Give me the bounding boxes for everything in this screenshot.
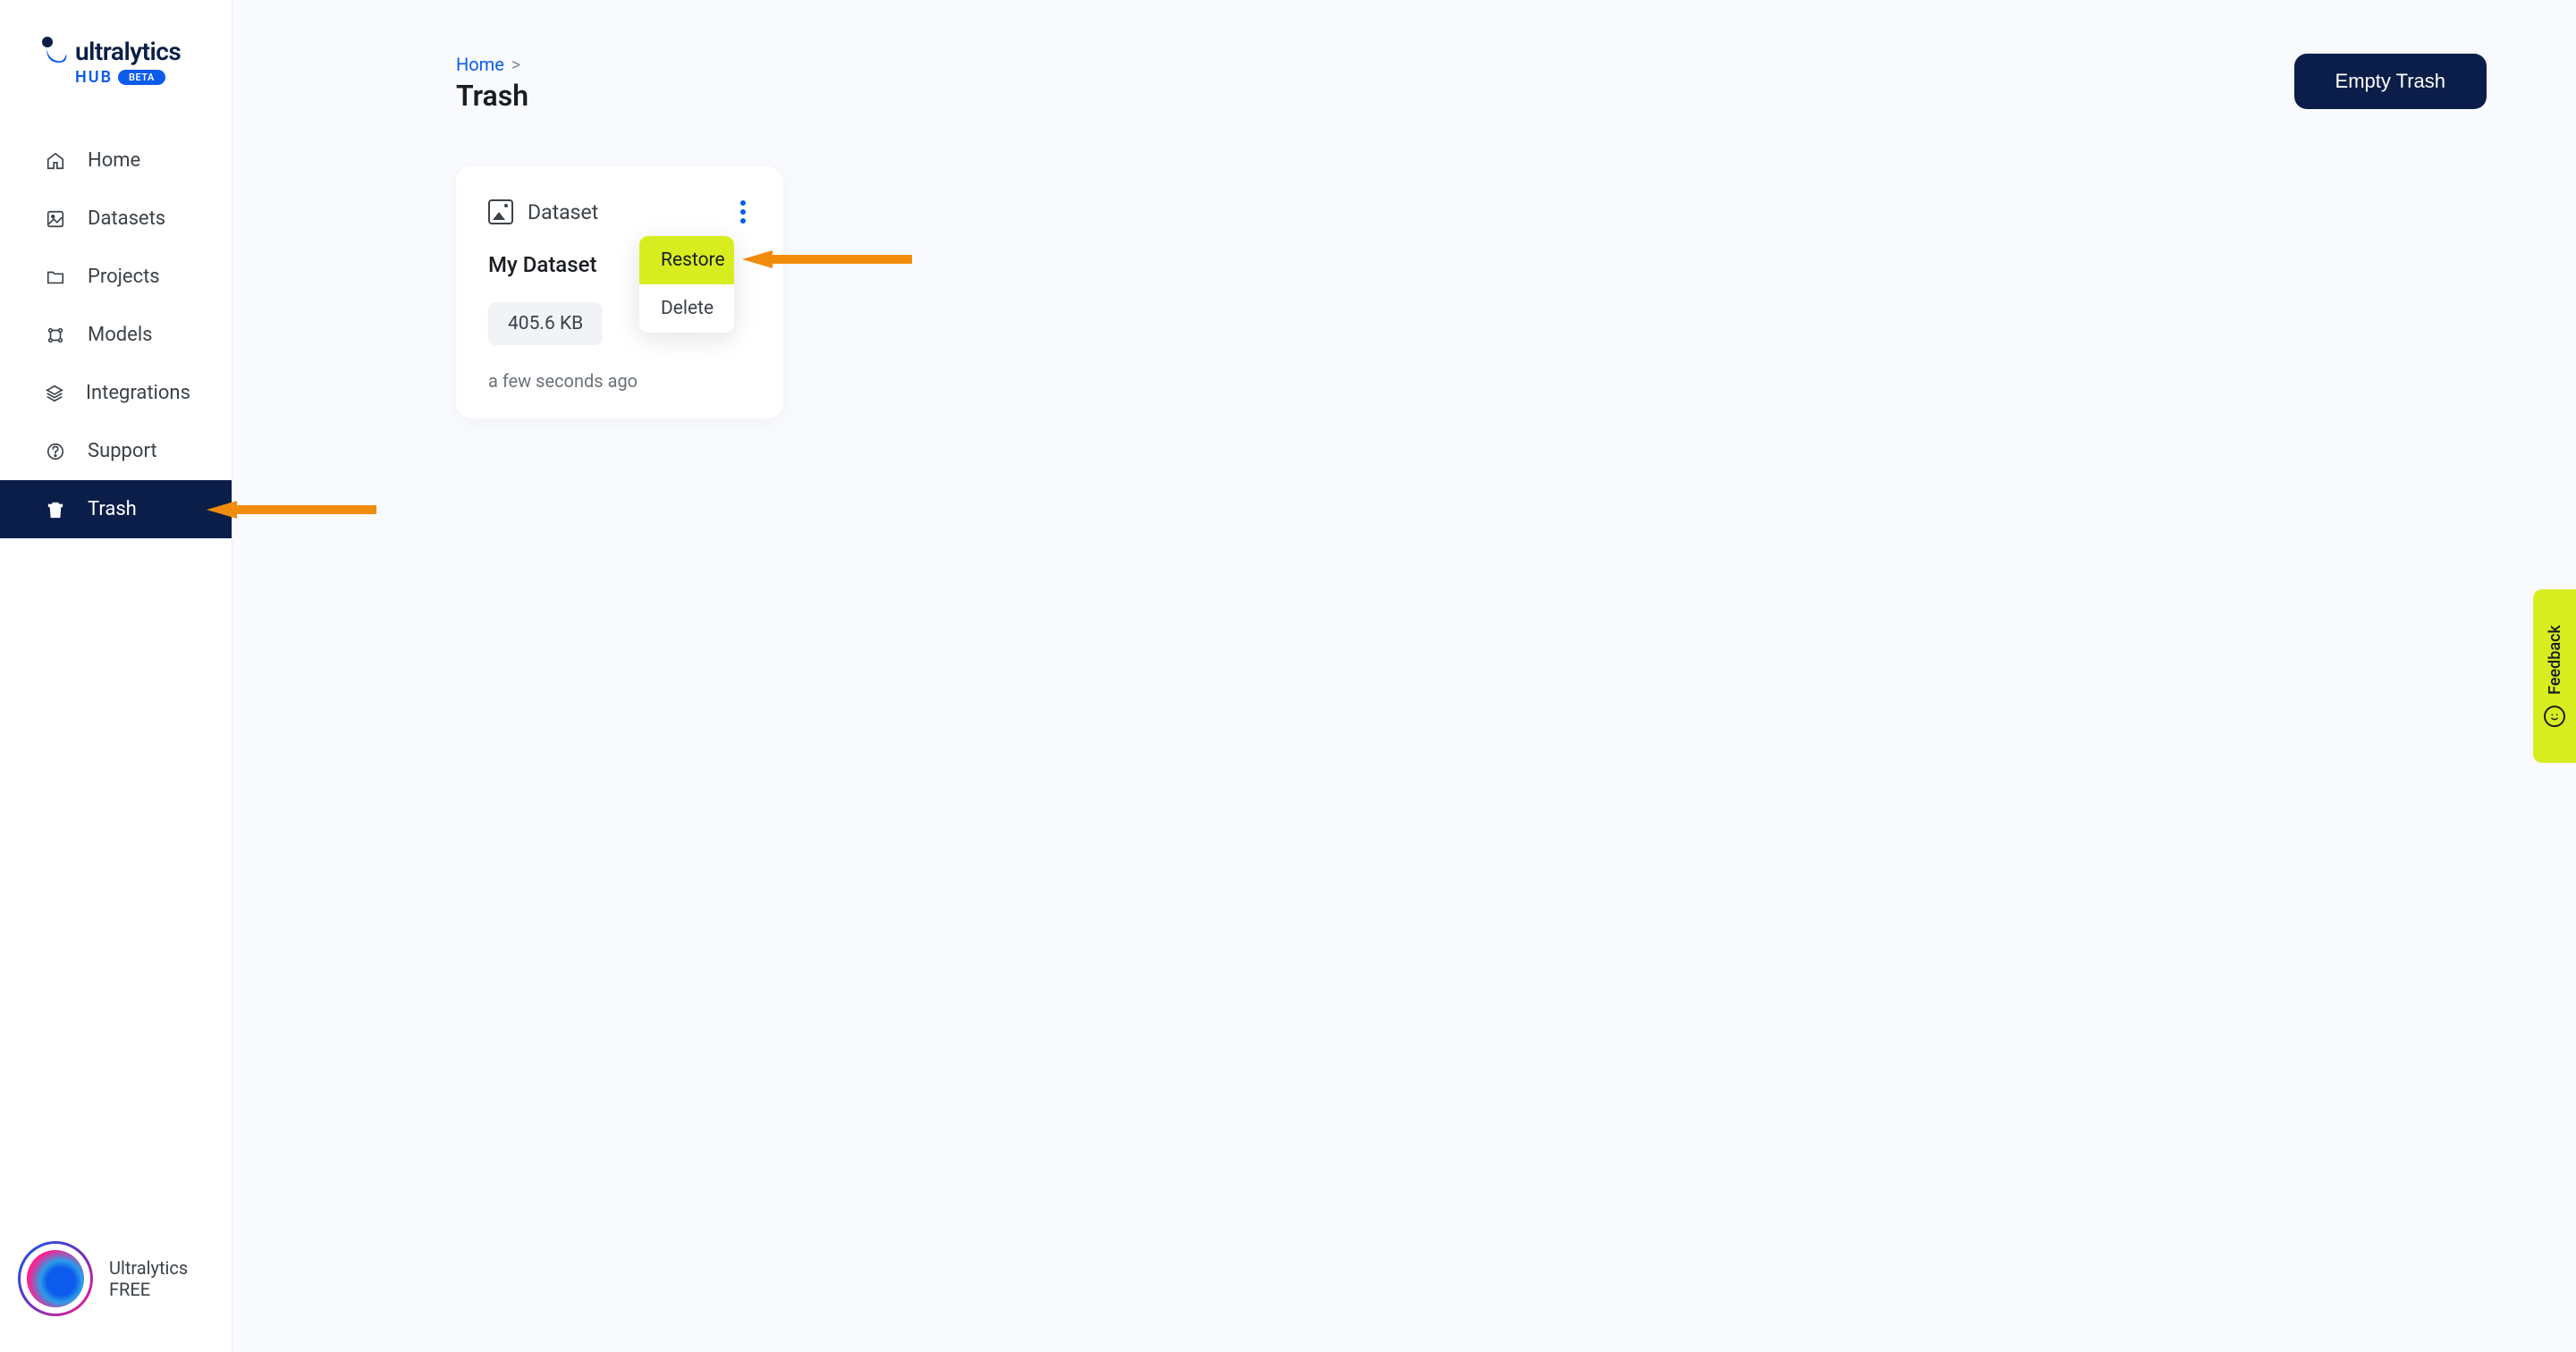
sidebar-footer[interactable]: Ultralytics FREE [0,1223,232,1352]
logo-badge: BETA [118,70,165,85]
dataset-card[interactable]: Dataset My Dataset 405.6 KB a few second… [456,166,783,418]
logo[interactable]: ultralytics HUB BETA [0,0,232,114]
main-content: Home > Trash Empty Trash Dataset My Data… [232,0,2576,1352]
breadcrumb-separator: > [511,54,520,75]
models-icon [45,325,66,346]
logo-sub-text: HUB [75,68,113,87]
nav-label: Support [88,440,157,462]
image-icon [488,199,513,224]
sidebar-item-datasets[interactable]: Datasets [0,190,232,248]
sidebar-item-integrations[interactable]: Integrations [0,364,232,422]
feedback-tab[interactable]: Feedback [2533,589,2576,763]
card-type-label: Dataset [528,200,598,224]
datasets-icon [45,208,66,230]
nav-label: Home [88,149,140,172]
nav-label: Projects [88,266,160,288]
smile-icon [2544,706,2565,727]
cards-area: Dataset My Dataset 405.6 KB a few second… [456,166,2487,418]
nav-label: Datasets [88,207,165,230]
sidebar-item-trash[interactable]: Trash [0,480,232,538]
card-size: 405.6 KB [488,302,603,345]
menu-item-restore[interactable]: Restore [639,236,734,284]
breadcrumb: Home > [456,54,2487,75]
user-name: Ultralytics [109,1257,188,1279]
user-info: Ultralytics FREE [109,1257,188,1300]
integrations-icon [45,383,64,404]
page-title: Trash [456,79,2487,113]
nav-label: Integrations [86,382,190,404]
sidebar-item-home[interactable]: Home [0,131,232,190]
card-time: a few seconds ago [488,370,751,392]
logo-brand-text: ultralytics [75,37,181,66]
support-icon [45,441,66,462]
sidebar-item-support[interactable]: Support [0,422,232,480]
context-menu: Restore Delete [639,236,734,333]
sidebar-item-projects[interactable]: Projects [0,248,232,306]
logo-icon [41,36,68,66]
avatar [18,1241,93,1316]
projects-icon [45,266,66,288]
breadcrumb-home-link[interactable]: Home [456,54,504,75]
empty-trash-button[interactable]: Empty Trash [2294,54,2487,109]
home-icon [45,150,66,172]
card-menu-button[interactable] [735,195,751,229]
menu-item-delete[interactable]: Delete [639,284,734,333]
nav-label: Models [88,324,153,346]
feedback-label: Feedback [2546,625,2564,695]
sidebar: ultralytics HUB BETA Home Datasets Proj [0,0,232,1352]
trash-icon [45,499,66,520]
user-plan: FREE [109,1279,188,1300]
sidebar-nav: Home Datasets Projects Models Integratio… [0,114,232,1223]
nav-label: Trash [88,498,137,520]
sidebar-item-models[interactable]: Models [0,306,232,364]
